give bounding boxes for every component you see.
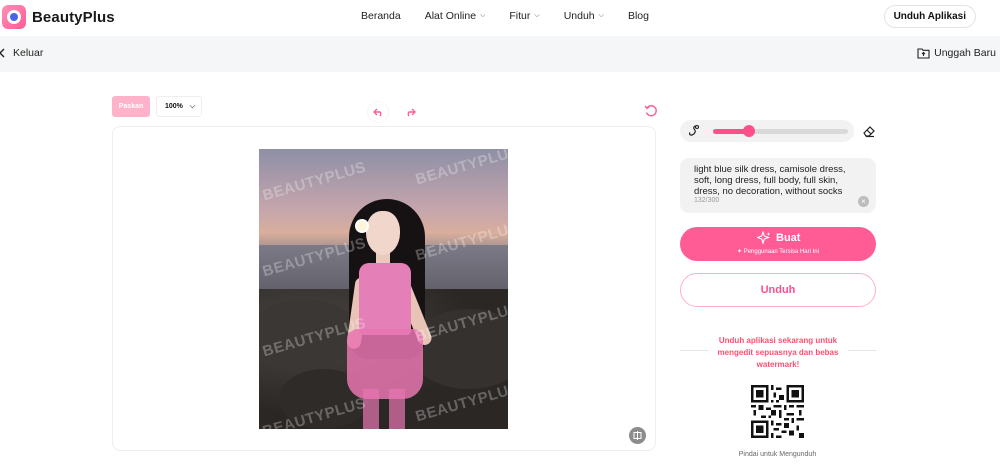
app-promo-text: Unduh aplikasi sekarang untuk mengedit s… (717, 336, 839, 369)
clear-prompt-button[interactable]: × (858, 196, 869, 207)
exit-icon (0, 48, 5, 58)
redo-button[interactable] (400, 102, 420, 122)
photo-pink-top (359, 263, 411, 335)
generate-label: Buat (776, 232, 801, 244)
download-button[interactable]: Unduh (680, 273, 876, 307)
fit-button[interactable]: Paskan (112, 96, 150, 117)
nav-alat-online[interactable]: Alat Online ⌵ (425, 10, 486, 22)
compare-icon (633, 431, 642, 440)
chevron-down-icon: ⌵ (598, 12, 604, 19)
watermark: BEAUTYPLUS (260, 158, 368, 205)
photo-face (366, 211, 400, 255)
eraser-icon[interactable] (862, 124, 876, 138)
brush-icon (689, 124, 700, 136)
prompt-text[interactable]: light blue silk dress, camisole dress, s… (694, 164, 866, 197)
nav-beranda[interactable]: Beranda (361, 10, 401, 22)
exit-label: Keluar (13, 47, 44, 59)
nav-label: Unduh (563, 10, 595, 22)
prompt-field[interactable]: light blue silk dress, camisole dress, s… (680, 158, 876, 213)
nav-label: Beranda (361, 10, 401, 22)
editor-subbar: Keluar Unggah Baru (0, 36, 1000, 72)
brand-name: BeautyPlus (32, 8, 115, 26)
photo-pink-shorts (347, 329, 423, 399)
beautyplus-logo-icon (2, 5, 26, 29)
download-app-button[interactable]: Unduh Aplikasi (883, 5, 976, 28)
brand-logo[interactable]: BeautyPlus (2, 5, 115, 29)
upload-new-button[interactable]: Unggah Baru (917, 47, 996, 59)
photo-hair-flower (357, 221, 367, 231)
folder-upload-icon (917, 48, 930, 59)
nav-fitur[interactable]: Fitur ⌵ (509, 10, 539, 22)
zoom-value: 100% (165, 103, 183, 110)
chevron-down-icon: ⌵ (189, 102, 195, 110)
undo-button[interactable] (368, 102, 388, 122)
nav-unduh[interactable]: Unduh ⌵ (564, 10, 604, 22)
watermark: BEAUTYPLUS (413, 149, 508, 189)
photo-leg (389, 389, 405, 429)
nav-label: Fitur (509, 10, 531, 22)
redo-icon (407, 108, 416, 116)
main-menu: Beranda Alat Online ⌵ Fitur ⌵ Unduh ⌵ Bl… (361, 10, 649, 22)
sparkle-small-icon: ✦ (737, 249, 744, 255)
top-navigation: BeautyPlus Beranda Alat Online ⌵ Fitur ⌵… (0, 0, 1000, 34)
qr-code (751, 385, 804, 438)
remaining-uses-text: ✦ Penggunaan Tersisa Hari Ini (680, 248, 876, 255)
upload-new-label: Unggah Baru (934, 47, 996, 59)
character-counter: 132/300 (694, 197, 720, 204)
undo-icon (372, 108, 381, 116)
divider (680, 350, 708, 351)
reset-icon[interactable] (643, 103, 659, 119)
sparkle-icon (757, 231, 771, 245)
zoom-select[interactable]: 100% ⌵ (156, 96, 202, 117)
edited-photo[interactable]: BEAUTYPLUS BEAUTYPLUS BEAUTYPLUS BEAUTYP… (259, 149, 508, 429)
exit-button[interactable]: Keluar (0, 47, 43, 59)
nav-label: Blog (627, 10, 649, 22)
divider (848, 350, 876, 351)
nav-blog[interactable]: Blog (628, 10, 649, 22)
nav-label: Alat Online (424, 10, 477, 22)
chevron-down-icon: ⌵ (534, 12, 540, 19)
remaining-uses-label: Penggunaan Tersisa Hari Ini (743, 249, 819, 255)
compare-button[interactable] (629, 427, 646, 444)
qr-caption: Pindai untuk Mengunduh (738, 451, 817, 458)
chevron-down-icon: ⌵ (480, 12, 486, 19)
generate-button[interactable]: Buat ✦ Penggunaan Tersisa Hari Ini (680, 227, 876, 261)
brush-size-slider[interactable] (713, 129, 848, 134)
